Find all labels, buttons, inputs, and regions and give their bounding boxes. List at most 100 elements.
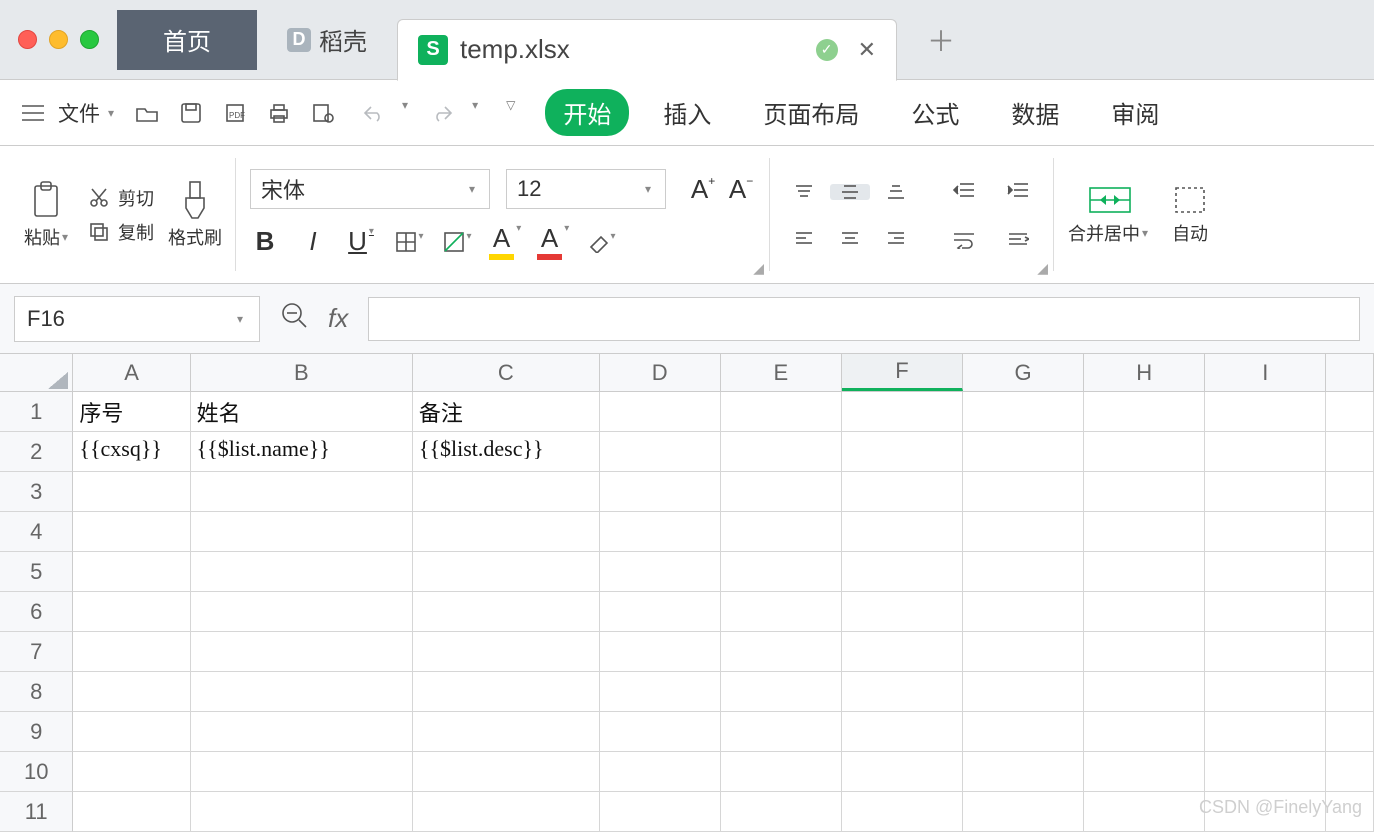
cell-G2[interactable] [963,432,1084,472]
col-header-G[interactable]: G [963,354,1084,391]
cell-H1[interactable] [1084,392,1205,432]
cell-D9[interactable] [600,712,721,752]
cell-E5[interactable] [721,552,842,592]
cell-I1[interactable] [1205,392,1326,432]
cell-H3[interactable] [1084,472,1205,512]
cell-A6[interactable] [73,592,190,632]
align-top-button[interactable] [784,184,824,200]
cell-C5[interactable] [413,552,600,592]
cell-I8[interactable] [1205,672,1326,712]
cell-F2[interactable] [842,432,963,472]
increase-indent-button[interactable] [996,170,1040,210]
align-dialog-launcher-icon[interactable]: ◢ [1037,260,1048,277]
cell-H8[interactable] [1084,672,1205,712]
cell-2[interactable] [1326,432,1374,472]
bold-button[interactable]: B [250,226,280,257]
cell-H7[interactable] [1084,632,1205,672]
cell-B5[interactable] [191,552,413,592]
fill-color-button[interactable]: A▾ [490,223,520,260]
cell-B3[interactable] [191,472,413,512]
font-color-button[interactable]: A▾ [538,223,568,260]
cell-E4[interactable] [721,512,842,552]
grow-font-button[interactable]: A+ [688,174,718,205]
cell-F1[interactable] [842,392,963,432]
cell-7[interactable] [1326,632,1374,672]
clear-format-button[interactable]: ▾ [586,231,616,253]
cell-A10[interactable] [73,752,190,792]
redo-button[interactable] [428,98,458,128]
zoom-out-icon[interactable] [280,301,308,336]
tab-rice[interactable]: D 稻壳 [257,10,397,70]
row-header-2[interactable]: 2 [0,432,73,472]
cell-C3[interactable] [413,472,600,512]
cell-G1[interactable] [963,392,1084,432]
file-menu[interactable]: 文件 [58,98,100,128]
formula-input[interactable] [368,297,1360,341]
row-header-9[interactable]: 9 [0,712,73,752]
menu-插入[interactable]: 插入 [645,89,729,136]
cell-D1[interactable] [600,392,721,432]
cell-C9[interactable] [413,712,600,752]
tab-file-active[interactable]: S temp.xlsx ✓ ✕ [397,19,897,81]
close-tab-button[interactable]: ✕ [858,37,876,63]
col-header-C[interactable]: C [413,354,600,391]
cell-D5[interactable] [600,552,721,592]
cell-G9[interactable] [963,712,1084,752]
shrink-font-button[interactable]: A− [726,174,756,205]
print-preview-icon[interactable] [308,98,338,128]
cell-F4[interactable] [842,512,963,552]
col-header-H[interactable]: H [1084,354,1205,391]
cell-B10[interactable] [191,752,413,792]
cell-F9[interactable] [842,712,963,752]
cell-B7[interactable] [191,632,413,672]
quickaccess-chevron-icon[interactable]: ▽ [506,98,515,128]
open-icon[interactable] [132,98,162,128]
menu-页面布局[interactable]: 页面布局 [745,89,877,136]
cell-D8[interactable] [600,672,721,712]
paste-chevron-icon[interactable]: ▾ [62,230,68,244]
col-header-A[interactable]: A [73,354,190,391]
new-tab-button[interactable]: ＋ [927,20,955,60]
row-header-1[interactable]: 1 [0,392,73,432]
cell-A9[interactable] [73,712,190,752]
row-header-10[interactable]: 10 [0,752,73,792]
row-header-5[interactable]: 5 [0,552,73,592]
col-header-F[interactable]: F [842,354,963,391]
align-middle-button[interactable] [830,184,870,200]
print-icon[interactable] [264,98,294,128]
align-right-button[interactable] [876,230,916,246]
cell-A3[interactable] [73,472,190,512]
col-header-E[interactable]: E [721,354,842,391]
cell-D10[interactable] [600,752,721,792]
cell-I3[interactable] [1205,472,1326,512]
borders-button[interactable]: ▾ [394,231,424,253]
cell-G6[interactable] [963,592,1084,632]
cell-G10[interactable] [963,752,1084,792]
cell-C10[interactable] [413,752,600,792]
cell-B11[interactable] [191,792,413,832]
cell-B1[interactable]: 姓名 [191,392,413,432]
row-header-6[interactable]: 6 [0,592,73,632]
orientation-button[interactable] [996,220,1040,260]
cell-H4[interactable] [1084,512,1205,552]
cell-C11[interactable] [413,792,600,832]
merge-chevron-icon[interactable]: ▾ [1142,226,1148,240]
export-pdf-icon[interactable]: PDF [220,98,250,128]
file-menu-chevron-icon[interactable]: ▾ [108,106,114,120]
cell-I4[interactable] [1205,512,1326,552]
cell-G7[interactable] [963,632,1084,672]
zoom-window-button[interactable] [80,30,99,49]
cell-D3[interactable] [600,472,721,512]
cell-F8[interactable] [842,672,963,712]
italic-button[interactable]: I [298,226,328,257]
cell-10[interactable] [1326,752,1374,792]
row-header-8[interactable]: 8 [0,672,73,712]
cell-E7[interactable] [721,632,842,672]
cell-E11[interactable] [721,792,842,832]
font-size-select[interactable]: 12 ▾ [506,169,666,209]
cell-I7[interactable] [1205,632,1326,672]
underline-button[interactable]: U▾ [346,226,376,257]
fx-label[interactable]: fx [328,303,348,334]
cell-C7[interactable] [413,632,600,672]
cell-1[interactable] [1326,392,1374,432]
